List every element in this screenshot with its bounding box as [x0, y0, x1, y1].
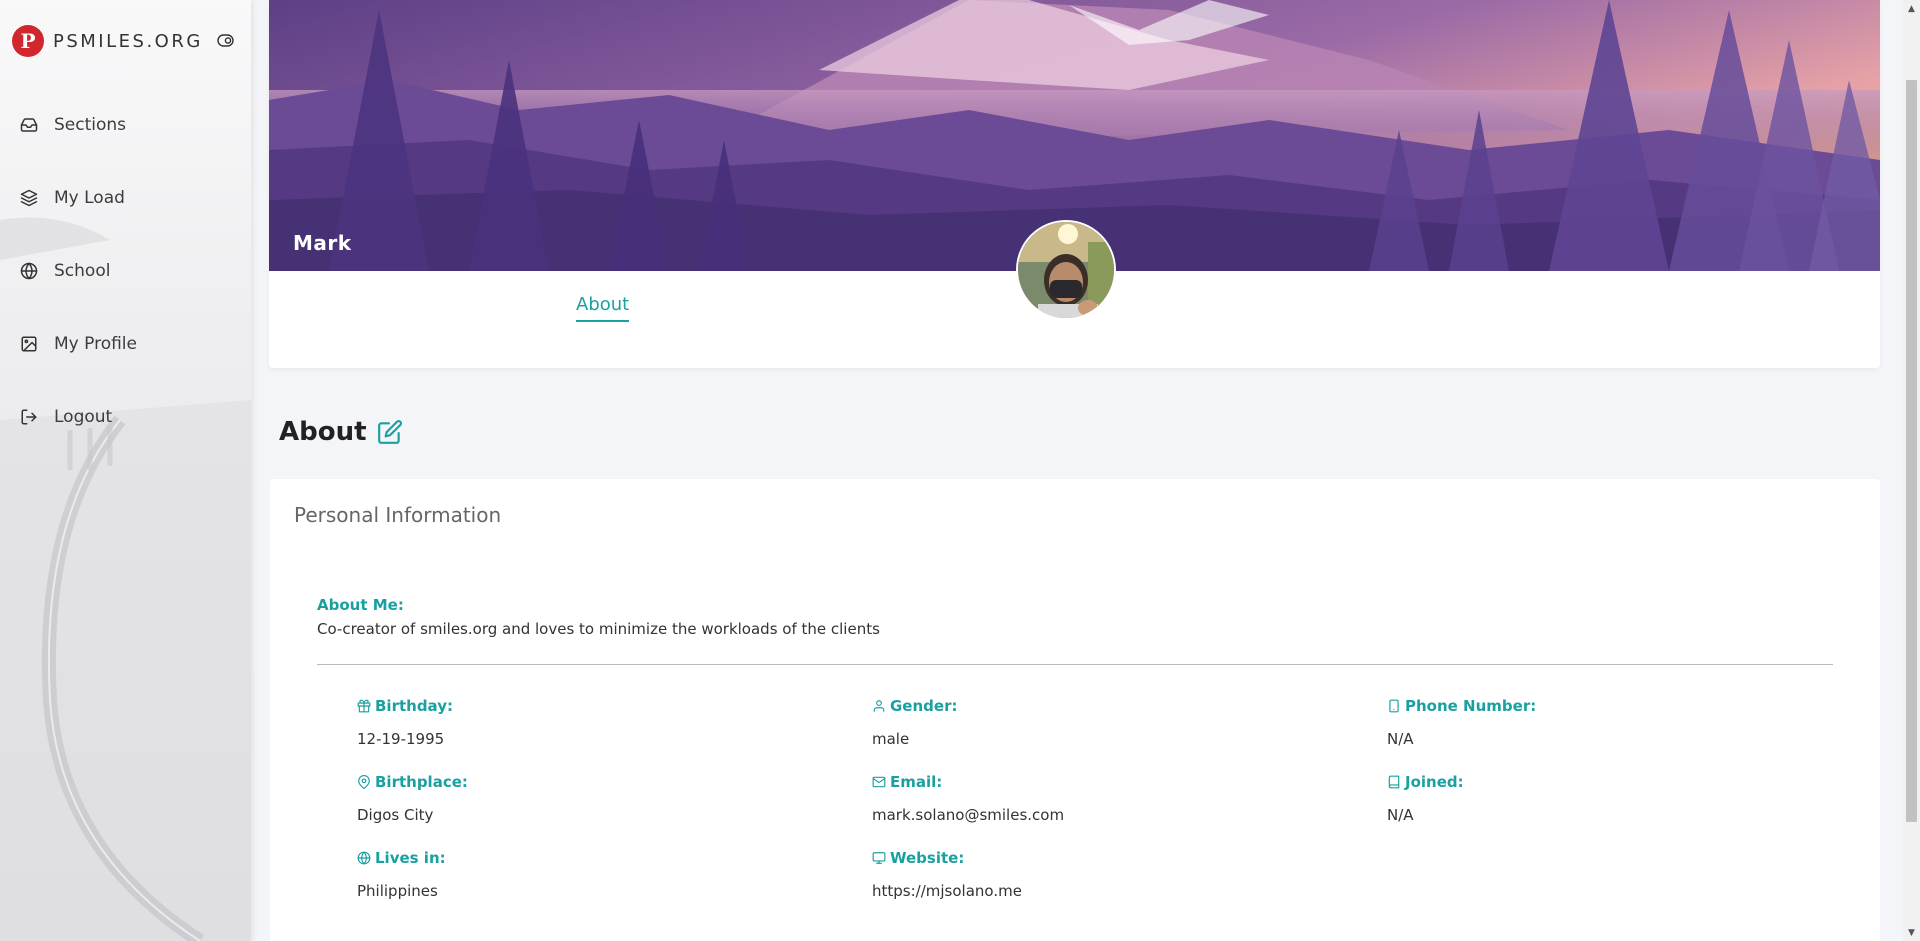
field-label-text: Gender:	[890, 697, 958, 715]
field-birthplace: Birthplace: Digos City	[357, 773, 468, 824]
inbox-icon	[20, 117, 38, 132]
field-value: male	[872, 730, 910, 748]
brand-name: PSMILES.ORG	[53, 30, 203, 52]
sidebar-toggle-icon[interactable]	[217, 34, 234, 47]
profile-header-card: Mark About	[269, 0, 1880, 368]
field-value: Digos City	[357, 806, 434, 824]
card-title: Personal Information	[294, 503, 502, 527]
scroll-up-arrow-icon[interactable]: ▲	[1903, 0, 1920, 17]
tab-about[interactable]: About	[576, 294, 630, 322]
map-pin-icon	[358, 775, 370, 789]
sidebar-item-my-profile[interactable]: My Profile	[0, 307, 251, 380]
page-title: About	[279, 417, 367, 447]
field-joined: Joined: N/A	[1387, 773, 1464, 824]
sidebar-item-label: Sections	[54, 114, 127, 135]
sidebar: P PSMILES.ORG Sections My Load School My…	[0, 0, 251, 941]
avatar[interactable]	[1016, 220, 1116, 320]
field-value: mark.solano@smiles.com	[872, 806, 1065, 824]
brand-logo: P	[12, 25, 44, 57]
field-label-text: Lives in:	[375, 849, 446, 867]
user-icon	[873, 700, 885, 712]
vertical-scrollbar[interactable]: ▲ ▼	[1903, 0, 1920, 941]
avatar-photo	[1018, 222, 1114, 318]
sidebar-item-label: School	[54, 260, 111, 281]
field-label-text: Birthday:	[375, 697, 453, 715]
sidebar-item-label: My Profile	[54, 333, 137, 354]
globe-icon	[357, 851, 371, 865]
personal-information-card: Personal Information About Me: Co-creato…	[270, 479, 1880, 941]
about-me-label: About Me:	[317, 596, 404, 614]
field-value: N/A	[1387, 730, 1414, 748]
gift-icon	[357, 699, 371, 713]
sidebar-item-my-load[interactable]: My Load	[0, 161, 251, 234]
brand[interactable]: P PSMILES.ORG	[12, 24, 203, 58]
about-me-text: Co-creator of smiles.org and loves to mi…	[317, 620, 880, 638]
field-lives-in: Lives in: Philippines	[357, 849, 446, 900]
sidebar-item-logout[interactable]: Logout	[0, 380, 251, 453]
sidebar-item-school[interactable]: School	[0, 234, 251, 307]
globe-icon	[20, 262, 38, 279]
field-label-text: Email:	[890, 773, 943, 791]
book-icon	[1388, 775, 1400, 789]
sidebar-item-sections[interactable]: Sections	[0, 88, 251, 161]
monitor-icon	[872, 852, 886, 864]
field-email: Email: mark.solano@smiles.com	[872, 773, 1064, 824]
field-label-text: Joined:	[1405, 773, 1464, 791]
edit-icon[interactable]	[377, 419, 403, 445]
field-value: Philippines	[357, 882, 438, 900]
field-label-text: Birthplace:	[375, 773, 468, 791]
scrollbar-thumb[interactable]	[1906, 80, 1917, 822]
phone-icon	[1389, 699, 1399, 713]
about-heading: About	[279, 417, 403, 447]
sidebar-item-label: My Load	[54, 187, 125, 208]
field-label-text: Phone Number:	[1405, 697, 1537, 715]
sidebar-item-label: Logout	[54, 406, 113, 427]
scroll-down-arrow-icon[interactable]: ▼	[1903, 924, 1920, 941]
field-website: Website: https://mjsolano.me	[872, 849, 1022, 900]
website-link[interactable]: https://mjsolano.me	[872, 882, 1022, 900]
field-label-text: Website:	[890, 849, 965, 867]
field-value: 12-19-1995	[357, 730, 445, 748]
mail-icon	[872, 776, 886, 788]
divider	[317, 664, 1833, 665]
profile-name: Mark	[293, 231, 352, 255]
image-icon	[21, 336, 37, 351]
sidebar-nav: Sections My Load School My Profile Logou…	[0, 88, 251, 453]
logout-icon	[21, 409, 37, 424]
field-value: N/A	[1387, 806, 1414, 824]
field-birthday: Birthday: 12-19-1995	[357, 697, 453, 748]
field-gender: Gender: male	[872, 697, 957, 748]
field-phone-number: Phone Number: N/A	[1387, 697, 1536, 748]
layers-icon	[20, 189, 38, 206]
